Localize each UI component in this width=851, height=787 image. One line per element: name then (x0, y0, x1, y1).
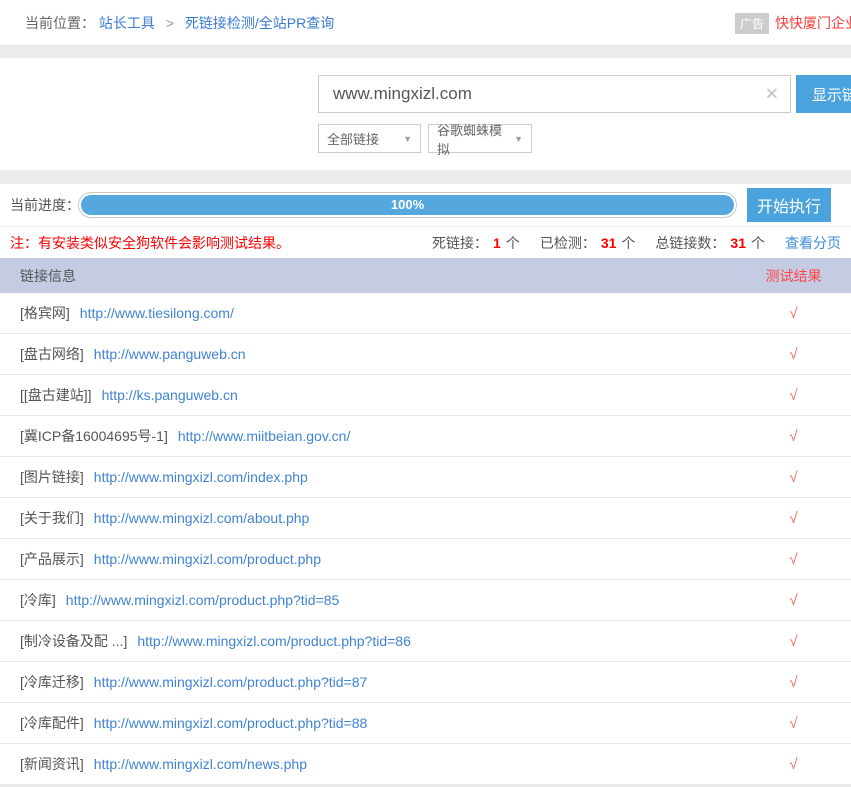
stats: 死链接： 1 个 已检测： 31 个 总链接数： 31 个 查看分页 (432, 233, 841, 253)
stat-dead-links: 死链接： 1 个 (432, 233, 520, 253)
link-name: [盘古网络] (20, 344, 84, 364)
stat-unit: 个 (621, 233, 635, 253)
link-name: [冷库配件] (20, 713, 84, 733)
link-url[interactable]: http://www.mingxizl.com/product.php?tid=… (94, 715, 368, 731)
stat-label: 总链接数： (655, 233, 725, 253)
link-url[interactable]: http://www.mingxizl.com/product.php (94, 551, 321, 567)
link-url[interactable]: http://www.panguweb.cn (94, 346, 246, 362)
url-input-wrap: ✕ (318, 75, 791, 113)
breadcrumb-prefix: 当前位置： (25, 15, 95, 31)
result-check-icon: √ (736, 551, 851, 568)
link-name: [冷库] (20, 590, 56, 610)
result-check-icon: √ (736, 305, 851, 322)
stat-value: 1 (493, 235, 501, 251)
table-header: 链接信息 测试结果 (0, 258, 851, 293)
link-name: [冀ICP备16004695号-1] (20, 426, 168, 446)
table-row: [冷库迁移] http://www.mingxizl.com/product.p… (0, 662, 851, 703)
breadcrumb-link-tool[interactable]: 死链接检测/全站PR查询 (185, 15, 334, 31)
link-name: [图片链接] (20, 467, 84, 487)
link-url[interactable]: http://www.mingxizl.com/index.php (94, 469, 308, 485)
link-url[interactable]: http://www.mingxizl.com/product.php?tid=… (94, 674, 368, 690)
link-url[interactable]: http://www.mingxizl.com/about.php (94, 510, 310, 526)
result-check-icon: √ (736, 469, 851, 486)
link-url[interactable]: http://www.miitbeian.gov.cn/ (178, 428, 350, 444)
stat-label: 死链接： (432, 233, 488, 253)
result-check-icon: √ (736, 428, 851, 445)
result-check-icon: √ (736, 346, 851, 363)
start-button[interactable]: 开始执行 (747, 188, 831, 222)
link-name: [新闻资讯] (20, 754, 84, 774)
link-table-body: [格宾网] http://www.tiesilong.com/ √ [盘古网络]… (0, 293, 851, 785)
stat-value: 31 (601, 235, 617, 251)
result-check-icon: √ (736, 715, 851, 732)
column-header-test-result: 测试结果 (736, 266, 851, 286)
table-row: [冀ICP备16004695号-1] http://www.miitbeian.… (0, 416, 851, 457)
link-name: [制冷设备及配 ...] (20, 631, 127, 651)
link-name: [冷库迁移] (20, 672, 84, 692)
note-row: 注：有安装类似安全狗软件会影响测试结果。 死链接： 1 个 已检测： 31 个 … (0, 226, 851, 258)
stat-total-links: 总链接数： 31 个 (655, 233, 765, 253)
stat-label: 已检测： (540, 233, 596, 253)
table-row: [图片链接] http://www.mingxizl.com/index.php… (0, 457, 851, 498)
ad-badge: 广告 (735, 13, 769, 34)
spider-dropdown-label: 谷歌蜘蛛模拟 (437, 120, 506, 158)
stat-unit: 个 (751, 233, 765, 253)
column-header-link-info: 链接信息 (0, 266, 736, 286)
table-row: [关于我们] http://www.mingxizl.com/about.php… (0, 498, 851, 539)
table-row: [盘古网络] http://www.panguweb.cn √ (0, 334, 851, 375)
link-url[interactable]: http://www.mingxizl.com/product.php?tid=… (66, 592, 340, 608)
table-row: [[盘古建站]] http://ks.panguweb.cn √ (0, 375, 851, 416)
link-url[interactable]: http://www.mingxizl.com/product.php?tid=… (137, 633, 411, 649)
show-links-button[interactable]: 显示链接 (796, 75, 851, 113)
link-name: [格宾网] (20, 303, 70, 323)
breadcrumb: 当前位置： 站长工具 > 死链接检测/全站PR查询 (25, 0, 334, 46)
result-check-icon: √ (736, 510, 851, 527)
progress-bar: 100% (78, 192, 737, 218)
table-row: [制冷设备及配 ...] http://www.mingxizl.com/pro… (0, 621, 851, 662)
result-check-icon: √ (736, 633, 851, 650)
table-row: [冷库配件] http://www.mingxizl.com/product.p… (0, 703, 851, 744)
top-bar: 当前位置： 站长工具 > 死链接检测/全站PR查询 广告 快快厦门企业 (0, 0, 851, 46)
link-url[interactable]: http://ks.panguweb.cn (102, 387, 238, 403)
view-pagination-link[interactable]: 查看分页 (785, 233, 841, 253)
breadcrumb-separator: > (166, 15, 174, 31)
result-check-icon: √ (736, 387, 851, 404)
search-panel: ✕ 显示链接 全部链接 ▼ 谷歌蜘蛛模拟 ▼ (0, 58, 851, 170)
clear-icon[interactable]: ✕ (765, 86, 779, 103)
progress-panel: 当前进度： 100% 开始执行 注：有安装类似安全狗软件会影响测试结果。 死链接… (0, 184, 851, 258)
link-url[interactable]: http://www.tiesilong.com/ (80, 305, 234, 321)
chevron-down-icon: ▼ (506, 134, 523, 144)
table-row: [新闻资讯] http://www.mingxizl.com/news.php … (0, 744, 851, 785)
stat-checked: 已检测： 31 个 (540, 233, 636, 253)
result-check-icon: √ (736, 674, 851, 691)
progress-percent: 100% (391, 197, 424, 212)
table-row: [产品展示] http://www.mingxizl.com/product.p… (0, 539, 851, 580)
link-url[interactable]: http://www.mingxizl.com/news.php (94, 756, 307, 772)
breadcrumb-link-home[interactable]: 站长工具 (99, 15, 155, 31)
result-check-icon: √ (736, 756, 851, 773)
section-gap (0, 170, 851, 184)
section-gap (0, 46, 851, 58)
ad-link[interactable]: 快快厦门企业 (775, 13, 851, 33)
progress-fill: 100% (81, 195, 734, 215)
table-row: [冷库] http://www.mingxizl.com/product.php… (0, 580, 851, 621)
url-input[interactable] (318, 75, 791, 113)
table-row: [格宾网] http://www.tiesilong.com/ √ (0, 293, 851, 334)
ad-banner: 广告 快快厦门企业 (735, 0, 851, 46)
stat-unit: 个 (506, 233, 520, 253)
link-type-dropdown-label: 全部链接 (327, 129, 379, 148)
chevron-down-icon: ▼ (395, 134, 412, 144)
result-check-icon: √ (736, 592, 851, 609)
spider-dropdown[interactable]: 谷歌蜘蛛模拟 ▼ (428, 124, 532, 153)
link-name: [[盘古建站]] (20, 385, 92, 405)
link-name: [产品展示] (20, 549, 84, 569)
stat-value: 31 (730, 235, 746, 251)
progress-label: 当前进度： (10, 184, 80, 226)
link-name: [关于我们] (20, 508, 84, 528)
link-type-dropdown[interactable]: 全部链接 ▼ (318, 124, 421, 153)
warning-note: 注：有安装类似安全狗软件会影响测试结果。 (10, 233, 290, 253)
